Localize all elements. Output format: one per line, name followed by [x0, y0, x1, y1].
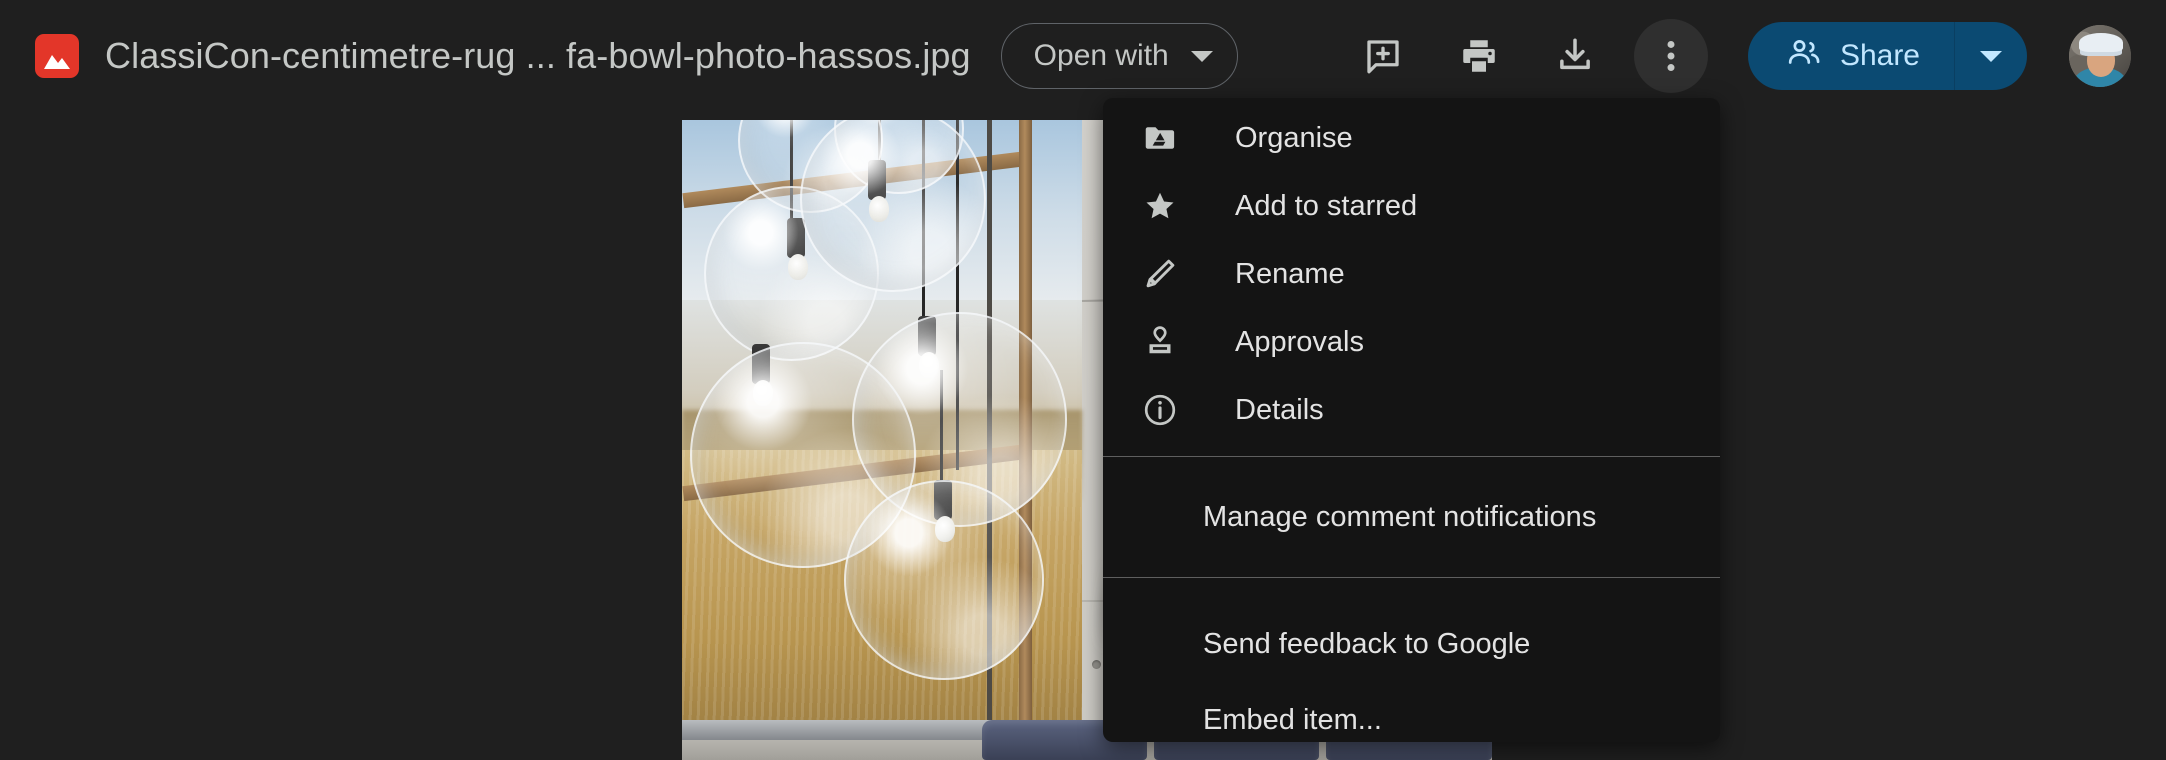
menu-item-label: Details	[1235, 393, 1324, 426]
top-toolbar: ClassiCon-centimetre-rug ... fa-bowl-pho…	[0, 0, 2166, 112]
avatar-hat	[2079, 33, 2124, 52]
menu-item-label: Rename	[1235, 257, 1345, 290]
menu-group-file-actions: Organise Add to starred Rename Approvals…	[1103, 98, 1720, 450]
menu-item-label: Send feedback to Google	[1203, 627, 1531, 660]
menu-item-label: Add to starred	[1235, 189, 1418, 222]
menu-item-label: Embed item...	[1203, 703, 1382, 736]
pencil-icon	[1137, 251, 1183, 297]
file-preview-page: ClassiCon-centimetre-rug ... fa-bowl-pho…	[0, 0, 2166, 760]
add-comment-icon[interactable]	[1346, 19, 1420, 93]
menu-item-details[interactable]: Details	[1103, 376, 1720, 444]
menu-item-manage-comment-notifications[interactable]: Manage comment notifications	[1103, 469, 1720, 565]
download-icon[interactable]	[1538, 19, 1612, 93]
menu-item-send-feedback[interactable]: Send feedback to Google	[1103, 606, 1720, 682]
open-with-button[interactable]: Open with	[1000, 23, 1238, 89]
menu-item-organise[interactable]: Organise	[1103, 104, 1720, 172]
menu-group-notifications: Manage comment notifications	[1103, 463, 1720, 571]
open-with-label: Open with	[1033, 39, 1169, 72]
page-title: ClassiCon-centimetre-rug ... fa-bowl-pho…	[105, 35, 971, 76]
more-actions-icon[interactable]	[1633, 19, 1708, 93]
people-icon	[1786, 34, 1822, 78]
account-avatar[interactable]	[2069, 25, 2131, 87]
share-button[interactable]: Share	[1748, 22, 1954, 90]
chevron-down-icon	[1190, 50, 1213, 62]
menu-item-label: Approvals	[1235, 325, 1364, 358]
preview-glass-globe	[844, 480, 1044, 680]
share-button-group: Share	[1747, 22, 2027, 90]
menu-divider	[1103, 456, 1720, 457]
menu-item-approvals[interactable]: Approvals	[1103, 308, 1720, 376]
preview-wall-dot	[1092, 660, 1101, 669]
menu-divider	[1103, 577, 1720, 578]
menu-item-rename[interactable]: Rename	[1103, 240, 1720, 308]
stamp-icon	[1137, 319, 1183, 365]
menu-item-add-to-starred[interactable]: Add to starred	[1103, 172, 1720, 240]
menu-item-embed-item[interactable]: Embed item...	[1103, 682, 1720, 742]
image-file-icon	[35, 34, 79, 78]
menu-item-label: Manage comment notifications	[1203, 500, 1597, 533]
share-label: Share	[1839, 39, 1920, 72]
print-icon[interactable]	[1442, 19, 1516, 93]
star-icon	[1137, 183, 1183, 229]
more-actions-menu: Organise Add to starred Rename Approvals…	[1103, 98, 1720, 742]
info-circle-icon	[1137, 387, 1183, 433]
menu-item-label: Organise	[1235, 121, 1353, 154]
menu-group-misc: Send feedback to Google Embed item...	[1103, 584, 1720, 742]
drive-folder-icon	[1137, 115, 1183, 161]
share-dropdown-button[interactable]	[1955, 22, 2027, 90]
chevron-down-icon	[1980, 50, 2002, 62]
